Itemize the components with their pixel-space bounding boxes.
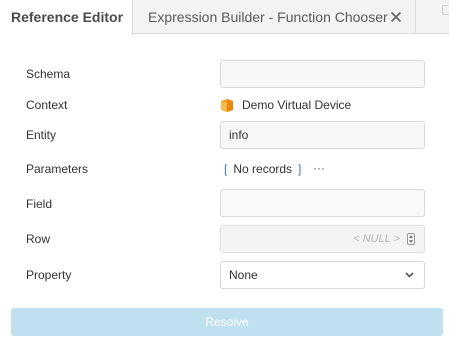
- field-input[interactable]: [220, 189, 425, 217]
- property-label: Property: [26, 268, 72, 282]
- tab-bar: Reference Editor Expression Builder - Fu…: [0, 0, 449, 35]
- field-label: Field: [26, 197, 53, 211]
- tab-label: Expression Builder - Function Chooser: [148, 9, 388, 25]
- chevron-down-icon: [405, 272, 414, 278]
- schema-field[interactable]: [220, 60, 425, 88]
- window-button-icon[interactable]: [442, 5, 449, 15]
- schema-label: Schema: [26, 67, 71, 81]
- property-select[interactable]: None: [220, 261, 425, 289]
- row-placeholder: < NULL >: [353, 233, 400, 245]
- property-value: None: [229, 268, 258, 282]
- parameters-records[interactable]: [ No records]: [224, 161, 301, 177]
- spinner-icon[interactable]: [407, 233, 415, 245]
- records-text: No records: [233, 162, 293, 176]
- tab-label: Reference Editor: [11, 9, 124, 25]
- open-bracket: [: [224, 162, 228, 176]
- resolve-button[interactable]: Resolve: [11, 308, 443, 336]
- entity-field[interactable]: info: [220, 121, 425, 149]
- context-text: Demo Virtual Device: [242, 98, 352, 112]
- tab-reference-editor[interactable]: Reference Editor: [0, 0, 133, 35]
- context-label: Context: [26, 98, 68, 112]
- entity-label: Entity: [26, 128, 57, 142]
- row-field[interactable]: < NULL >: [220, 225, 425, 253]
- row-label: Row: [26, 232, 51, 246]
- device-icon: [221, 99, 233, 112]
- more-options-icon[interactable]: ···: [313, 161, 325, 175]
- close-icon[interactable]: [390, 0, 404, 34]
- tab-expression-builder[interactable]: Expression Builder - Function Chooser: [134, 0, 416, 34]
- close-bracket: ]: [298, 162, 302, 176]
- parameters-label: Parameters: [26, 162, 89, 176]
